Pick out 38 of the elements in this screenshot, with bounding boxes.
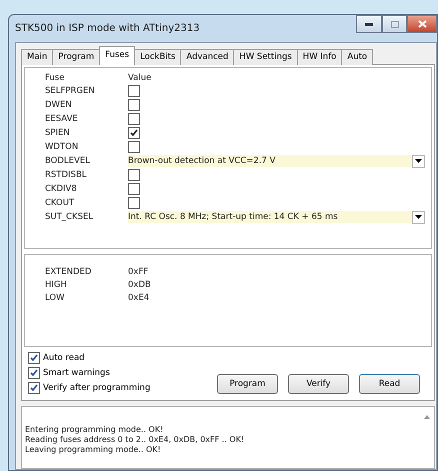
fuse-name: DWEN <box>45 100 73 110</box>
fuse-name: EESAVE <box>45 114 79 124</box>
dropdown[interactable]: Int. RC Osc. 8 MHz; Start-up time: 14 CK + 65 ms <box>128 211 425 223</box>
fuse-name: SPIEN <box>45 128 71 138</box>
tab[interactable]: Fuses <box>99 46 136 65</box>
action-button[interactable]: Verify <box>288 374 349 394</box>
fuse-name: CKOUT <box>45 198 76 208</box>
register-value: 0xFF <box>128 266 150 276</box>
tab[interactable]: Advanced <box>180 49 234 65</box>
register-value: 0xE4 <box>128 292 150 302</box>
tab[interactable]: Main <box>21 49 54 65</box>
fuse-name: SELFPRGEN <box>45 86 96 96</box>
fuse-name: BODLEVEL <box>45 156 91 166</box>
fuse-name: WDTON <box>45 142 80 152</box>
option-checkbox[interactable]: Verify after programming <box>28 382 150 394</box>
log-line: Entering programming mode.. OK! <box>25 425 164 435</box>
action-button[interactable]: Program <box>217 374 278 394</box>
fuse-name: RSTDISBL <box>45 170 88 180</box>
tab[interactable]: Program <box>52 49 100 65</box>
tab[interactable]: HW Info <box>296 49 342 65</box>
register-name: EXTENDED <box>45 266 92 276</box>
fuse-name: SUT_CKSEL <box>45 212 94 222</box>
register-name: LOW <box>45 292 66 302</box>
window-title: STK500 in ISP mode with ATtiny2313 <box>15 23 200 34</box>
tab[interactable]: HW Settings <box>233 49 298 65</box>
fuse-name: CKDIV8 <box>45 184 78 194</box>
column-header: Fuse <box>45 72 66 82</box>
column-header: Value <box>128 72 152 82</box>
register-value: 0xDB <box>128 280 152 290</box>
action-button[interactable]: Read <box>359 374 420 394</box>
dropdown[interactable]: Brown-out detection at VCC=2.7 V <box>128 155 425 167</box>
tab[interactable]: Auto <box>341 49 374 65</box>
log-line: Reading fuses address 0 to 2.. 0xE4, 0xDB, 0xFF .. OK! <box>25 435 244 445</box>
option-checkbox[interactable]: Auto read <box>28 352 150 364</box>
option-checkbox[interactable]: Smart warnings <box>28 367 150 379</box>
log-line: Leaving programming mode.. OK! <box>25 445 162 455</box>
register-name: HIGH <box>45 280 68 290</box>
tab[interactable]: LockBits <box>134 49 182 65</box>
